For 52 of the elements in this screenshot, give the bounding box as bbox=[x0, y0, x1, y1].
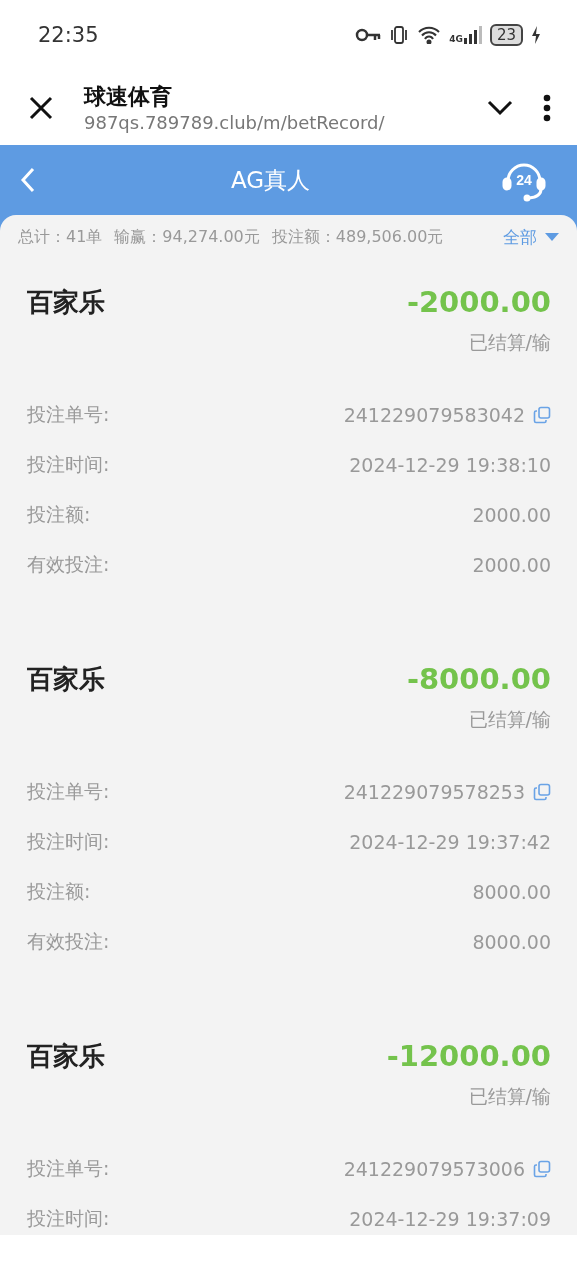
charging-icon bbox=[531, 26, 541, 44]
game-name: 百家乐 bbox=[27, 285, 105, 319]
settlement-status: 已结算/输 bbox=[468, 707, 551, 732]
field-label: 有效投注: bbox=[27, 929, 110, 954]
filter-dropdown[interactable]: 全部 bbox=[503, 225, 559, 249]
field-label: 投注单号: bbox=[27, 779, 110, 804]
win-loss-amount: -2000.00 bbox=[406, 285, 551, 319]
field-label: 投注单号: bbox=[27, 1156, 110, 1181]
signal-icon bbox=[463, 26, 482, 44]
copy-icon[interactable] bbox=[533, 406, 551, 424]
field-label: 投注时间: bbox=[27, 829, 110, 854]
win-loss-amount: -12000.00 bbox=[386, 1039, 551, 1073]
win-loss-amount: -8000.00 bbox=[406, 662, 551, 696]
battery-level: 23 bbox=[489, 24, 523, 46]
page-url: 987qs.789789.club/m/betRecord/ bbox=[84, 112, 385, 133]
close-button[interactable] bbox=[28, 94, 54, 121]
clock-time: 22:35 bbox=[38, 23, 99, 47]
field-value: 2000.00 bbox=[472, 504, 551, 526]
more-button[interactable] bbox=[543, 93, 551, 122]
copy-icon[interactable] bbox=[533, 783, 551, 801]
game-name: 百家乐 bbox=[27, 662, 105, 696]
vibrate-icon bbox=[389, 25, 410, 45]
win-loss-total: 输赢：94,274.00元 bbox=[114, 226, 260, 248]
field-label: 有效投注: bbox=[27, 552, 110, 577]
settlement-status: 已结算/输 bbox=[468, 330, 551, 355]
settlement-status: 已结算/输 bbox=[468, 1084, 551, 1109]
field-value: 2000.00 bbox=[472, 554, 551, 576]
total-count: 总计：41单 bbox=[18, 226, 103, 248]
network-type: 4G bbox=[449, 35, 463, 44]
field-label: 投注额: bbox=[27, 879, 91, 904]
field-value: 2024-12-29 19:38:10 bbox=[349, 454, 551, 476]
expand-button[interactable] bbox=[487, 99, 513, 116]
field-value: 241229079578253 bbox=[343, 781, 525, 803]
header-title: AG真人 bbox=[230, 165, 311, 195]
field-label: 投注时间: bbox=[27, 452, 110, 477]
field-value: 241229079573006 bbox=[343, 1158, 525, 1180]
bet-amount-total: 投注额：489,506.00元 bbox=[271, 226, 444, 248]
field-value: 2024-12-29 19:37:09 bbox=[349, 1208, 551, 1230]
field-label: 投注单号: bbox=[27, 402, 110, 427]
game-name: 百家乐 bbox=[27, 1039, 105, 1073]
field-value: 2024-12-29 19:37:42 bbox=[349, 831, 551, 853]
key-icon bbox=[355, 28, 382, 42]
field-value: 8000.00 bbox=[472, 881, 551, 903]
page-title: 球速体育 bbox=[84, 83, 172, 111]
field-value: 8000.00 bbox=[472, 931, 551, 953]
caret-icon bbox=[545, 233, 559, 241]
field-label: 投注额: bbox=[27, 502, 91, 527]
field-value: 241229079583042 bbox=[343, 404, 525, 426]
copy-icon[interactable] bbox=[533, 1160, 551, 1178]
field-label: 投注时间: bbox=[27, 1206, 110, 1231]
wifi-icon bbox=[417, 26, 442, 44]
support-button[interactable]: 24 bbox=[501, 157, 547, 203]
